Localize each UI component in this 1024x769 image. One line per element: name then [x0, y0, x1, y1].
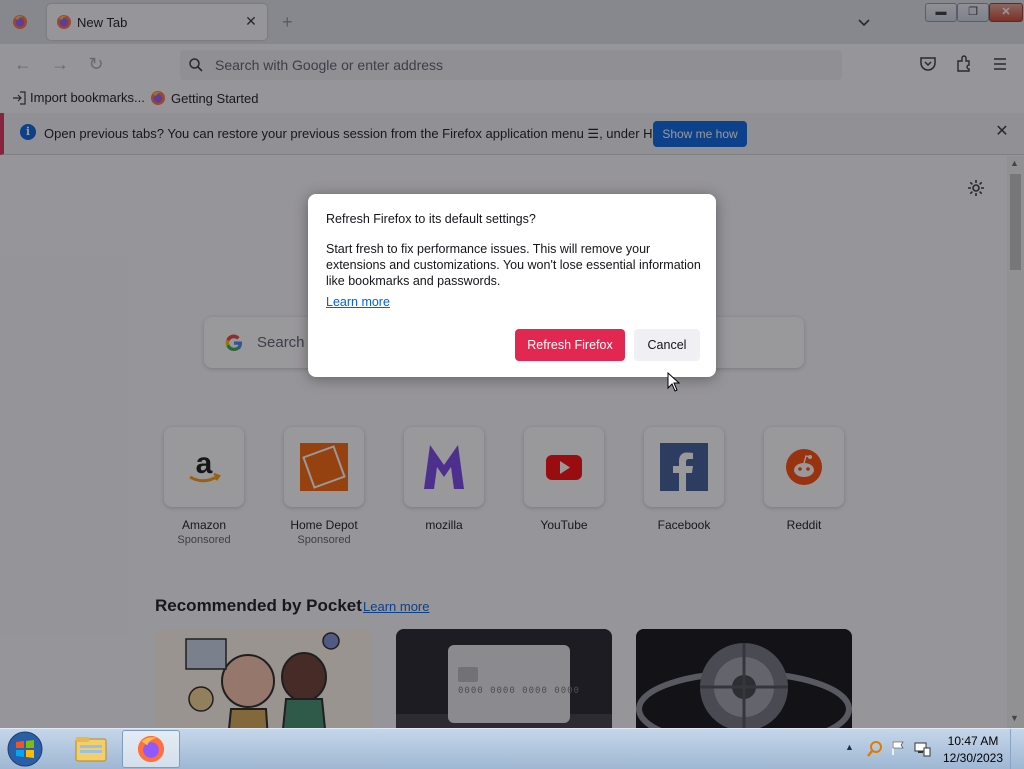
clock-date[interactable]: 12/30/2023 — [940, 751, 1006, 765]
dialog-title: Refresh Firefox to its default settings? — [326, 212, 536, 226]
firefox-icon — [137, 735, 165, 763]
search-icon[interactable] — [866, 740, 884, 758]
windows-taskbar: ▲ 10:47 AM 12/30/2023 — [0, 728, 1024, 769]
mouse-cursor-icon — [667, 372, 681, 392]
action-center-flag-icon[interactable] — [890, 740, 906, 756]
refresh-firefox-button[interactable]: Refresh Firefox — [515, 329, 625, 361]
clock-time[interactable]: 10:47 AM — [940, 734, 1006, 748]
learn-more-link[interactable]: Learn more — [326, 295, 390, 309]
show-hidden-icons-icon[interactable]: ▲ — [845, 742, 854, 752]
windows-start-icon[interactable] — [5, 730, 45, 768]
taskbar-firefox-button[interactable] — [122, 730, 180, 768]
show-desktop-button[interactable] — [1010, 729, 1024, 769]
cancel-button[interactable]: Cancel — [634, 329, 700, 361]
network-icon[interactable] — [913, 740, 931, 758]
refresh-firefox-dialog: Refresh Firefox to its default settings?… — [308, 194, 716, 377]
dialog-body: Start fresh to fix performance issues. T… — [326, 242, 701, 288]
file-explorer-icon[interactable] — [66, 731, 116, 767]
